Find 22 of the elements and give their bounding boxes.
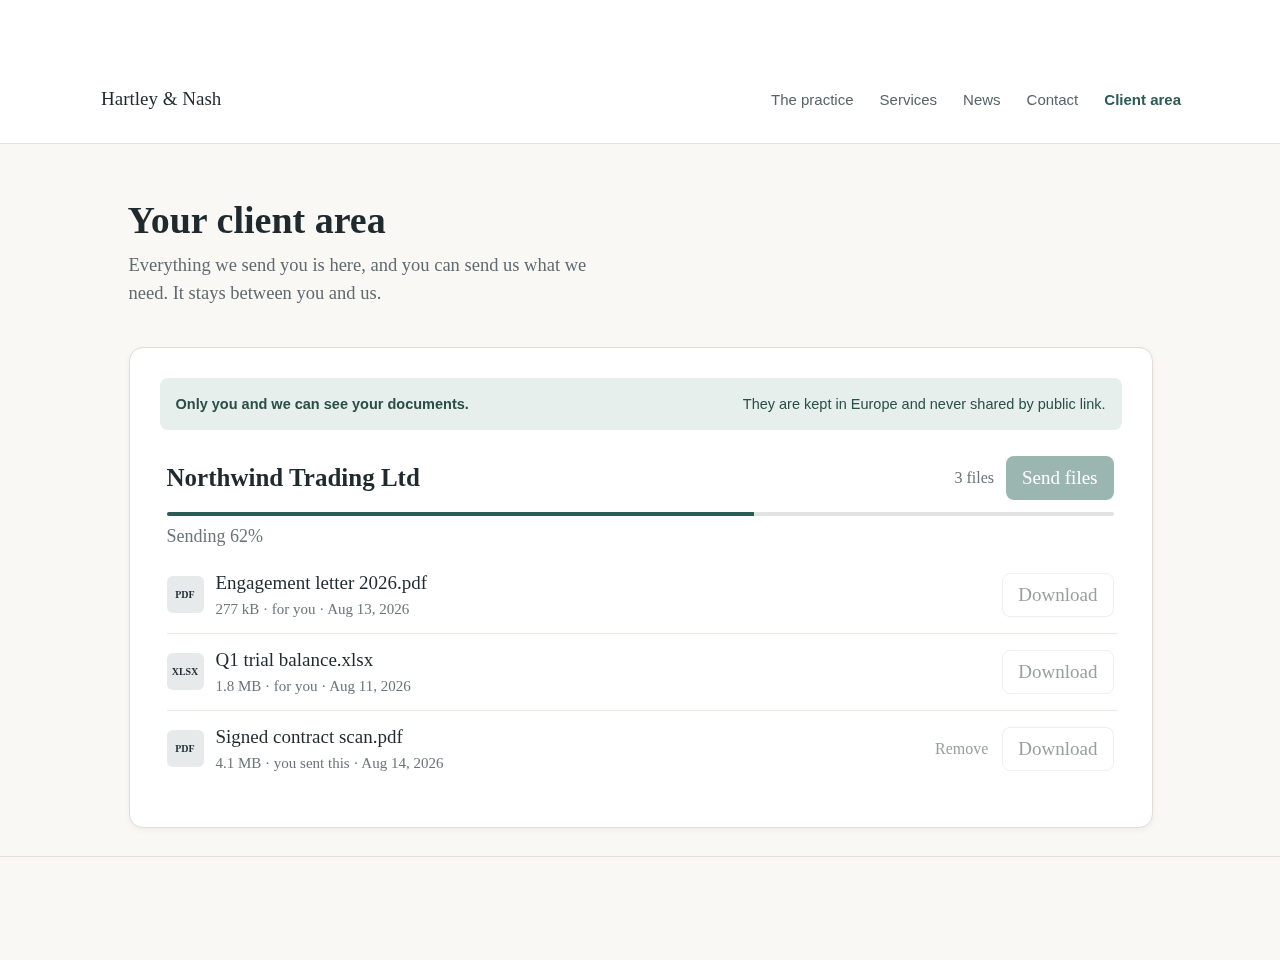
file-name: Engagement letter 2026.pdf — [215, 571, 429, 595]
page-title: Your client area — [127, 198, 387, 243]
nav-link[interactable]: The practice — [771, 90, 854, 108]
client-name: Northwind Trading Ltd — [166, 464, 420, 492]
file-type-tag: PDF — [166, 576, 204, 613]
file-details: 1.8 MB · for you · Aug 11, 2026 — [215, 677, 412, 696]
nav-link[interactable]: News — [963, 90, 1001, 108]
file-details: 277 kB · for you · Aug 13, 2026 — [215, 600, 411, 619]
nav-link[interactable]: Contact — [1026, 90, 1079, 108]
file-details: 4.1 MB · you sent this · Aug 14, 2026 — [215, 754, 445, 773]
file-type-tag: PDF — [166, 730, 204, 767]
nav-link[interactable]: Services — [879, 90, 938, 108]
file-name: Q1 trial balance.xlsx — [215, 648, 375, 672]
notice-text: Only you and we can see your documents. — [175, 396, 469, 412]
upload-status: Sending 62% — [166, 526, 264, 547]
intro-text: Everything we send you is here, and you can send us what we need. It stays between you and us. — [128, 254, 588, 305]
file-name: Signed contract scan.pdf — [215, 725, 404, 749]
file-count: 3 files — [954, 469, 995, 487]
nav-link[interactable]: Client area — [1104, 90, 1181, 108]
notice-text: They are kept in Europe and never shared by public link. — [742, 396, 1106, 412]
site-logo[interactable]: Hartley & Nash — [101, 88, 222, 110]
file-type-tag: XLSX — [166, 653, 204, 690]
